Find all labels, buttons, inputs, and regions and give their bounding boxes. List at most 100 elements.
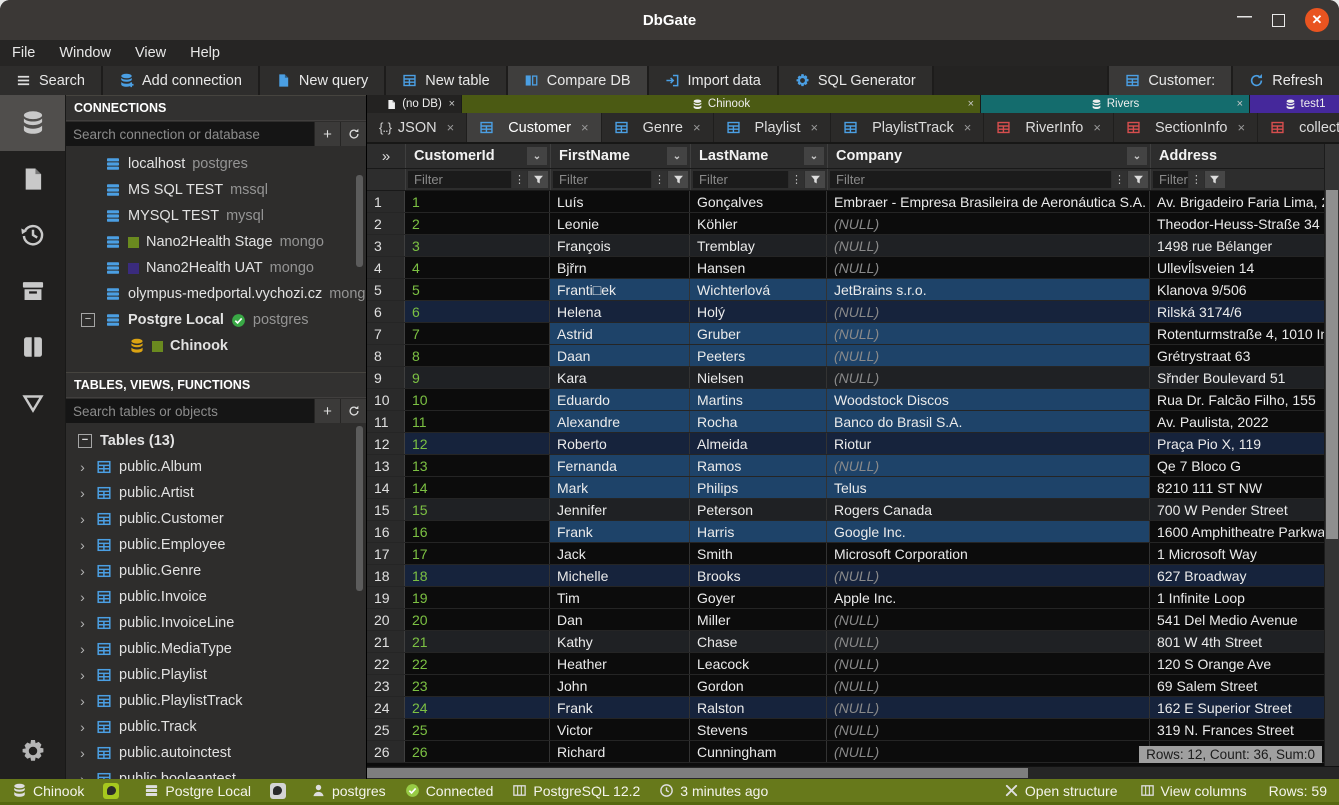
status-item[interactable] [103, 783, 125, 799]
rail-button[interactable] [0, 375, 65, 431]
table-tab[interactable]: Playlist × [714, 113, 832, 142]
cell-address[interactable]: Rua Dr. Falcăo Filho, 155 [1150, 389, 1339, 410]
cell-firstname[interactable]: Jennifer [550, 499, 690, 520]
connection-item[interactable]: − Chinook [66, 333, 366, 359]
table-tree-item[interactable]: › public.InvoiceLine [66, 610, 366, 636]
cell-firstname[interactable]: Victor [550, 719, 690, 740]
chevron-right-icon[interactable]: › [76, 589, 89, 605]
horizontal-scrollbar[interactable] [367, 766, 1339, 779]
filter-menu-button[interactable]: ⋮ [789, 171, 804, 188]
close-button[interactable]: ✕ [1305, 8, 1329, 32]
toolbar-button[interactable]: Refresh [1231, 66, 1339, 95]
toolbar-button[interactable]: Import data [649, 66, 779, 95]
cell-address[interactable]: 1600 Amphitheatre Parkway [1150, 521, 1339, 542]
cell-firstname[interactable]: Mark [550, 477, 690, 498]
cell-address[interactable]: 162 E Superior Street [1150, 697, 1339, 718]
table-tab[interactable]: collection × [1258, 113, 1339, 142]
cell-lastname[interactable]: Gruber [690, 323, 827, 344]
table-row[interactable]: 4 4 Bjřrn Hansen (NULL) Ullevĺlsveien 14 [367, 257, 1339, 279]
cell-customerid[interactable]: 6 [405, 301, 550, 322]
row-number[interactable]: 4 [367, 257, 405, 278]
rail-button[interactable] [0, 263, 65, 319]
rail-button[interactable] [0, 95, 65, 151]
connection-item[interactable]: − Nano2Health Stage mongo [66, 229, 366, 255]
table-tab[interactable]: Genre × [602, 113, 714, 142]
cell-customerid[interactable]: 25 [405, 719, 550, 740]
filter-icon-button[interactable] [668, 171, 688, 188]
table-tree-item[interactable]: › public.PlaylistTrack [66, 688, 366, 714]
cell-lastname[interactable]: Smith [690, 543, 827, 564]
table-row[interactable]: 20 20 Dan Miller (NULL) 541 Del Medio Av… [367, 609, 1339, 631]
cell-company[interactable]: (NULL) [827, 301, 1150, 322]
cell-company[interactable]: (NULL) [827, 257, 1150, 278]
cell-lastname[interactable]: Goyer [690, 587, 827, 608]
cell-lastname[interactable]: Gordon [690, 675, 827, 696]
cell-lastname[interactable]: Rocha [690, 411, 827, 432]
filter-input[interactable]: Filter [1153, 171, 1188, 188]
cell-firstname[interactable]: Bjřrn [550, 257, 690, 278]
close-icon[interactable]: × [693, 120, 701, 135]
chevron-right-icon[interactable]: › [76, 511, 89, 527]
cell-firstname[interactable]: François [550, 235, 690, 256]
close-icon[interactable]: × [810, 120, 818, 135]
chevron-right-icon[interactable]: › [76, 745, 89, 761]
vertical-scrollbar-thumb[interactable] [1326, 190, 1338, 539]
cell-customerid[interactable]: 15 [405, 499, 550, 520]
menu-item[interactable]: Window [59, 45, 111, 61]
cell-customerid[interactable]: 14 [405, 477, 550, 498]
add-connection-icon-button[interactable]: + [314, 122, 340, 146]
menu-item[interactable]: File [12, 45, 35, 61]
tables-group[interactable]: − Tables (13) [66, 428, 366, 454]
table-tree-item[interactable]: › public.MediaType [66, 636, 366, 662]
cell-company[interactable]: (NULL) [827, 675, 1150, 696]
toolbar-button[interactable]: New table [386, 66, 507, 95]
table-tree-item[interactable]: › public.Track [66, 714, 366, 740]
connection-item[interactable]: − localhost postgres [66, 151, 366, 177]
cell-customerid[interactable]: 2 [405, 213, 550, 234]
row-number[interactable]: 5 [367, 279, 405, 300]
row-number[interactable]: 19 [367, 587, 405, 608]
connection-item[interactable]: − MS SQL TEST mssql [66, 177, 366, 203]
row-number[interactable]: 15 [367, 499, 405, 520]
cell-firstname[interactable]: Franti□ek [550, 279, 690, 300]
cell-address[interactable]: Ullevĺlsveien 14 [1150, 257, 1339, 278]
connection-item[interactable]: − olympus-medportal.vychozi.cz mongo [66, 281, 366, 307]
table-tree-item[interactable]: › public.Customer [66, 506, 366, 532]
cell-company[interactable]: (NULL) [827, 653, 1150, 674]
table-tree-item[interactable]: › public.Playlist [66, 662, 366, 688]
cell-lastname[interactable]: Chase [690, 631, 827, 652]
cell-customerid[interactable]: 26 [405, 741, 550, 762]
cell-company[interactable]: Embraer - Empresa Brasileira de Aeronáut… [827, 191, 1150, 212]
cell-address[interactable]: Rilská 3174/6 [1150, 301, 1339, 322]
table-row[interactable]: 1 1 Luís Gonçalves Embraer - Empresa Bra… [367, 191, 1339, 213]
row-number[interactable]: 1 [367, 191, 405, 212]
database-tab[interactable]: (no DB) × [367, 95, 462, 113]
close-icon[interactable]: × [581, 120, 589, 135]
cell-company[interactable]: (NULL) [827, 697, 1150, 718]
table-row[interactable]: 11 11 Alexandre Rocha Banco do Brasil S.… [367, 411, 1339, 433]
cell-lastname[interactable]: Nielsen [690, 367, 827, 388]
cell-lastname[interactable]: Cunningham [690, 741, 827, 762]
minimize-button[interactable]: — [1237, 12, 1252, 22]
table-tab[interactable]: {..} JSON × [367, 113, 467, 142]
table-tree-item[interactable]: › public.Artist [66, 480, 366, 506]
status-item[interactable] [270, 783, 292, 799]
toolbar-button[interactable]: Search [0, 66, 103, 95]
status-action[interactable]: Open structure [1004, 783, 1118, 799]
cell-lastname[interactable]: Ralston [690, 697, 827, 718]
toolbar-button[interactable]: Compare DB [508, 66, 649, 95]
cell-customerid[interactable]: 22 [405, 653, 550, 674]
chevron-right-icon[interactable]: › [76, 563, 89, 579]
cell-lastname[interactable]: Hansen [690, 257, 827, 278]
database-tab[interactable]: Rivers × [981, 95, 1250, 113]
row-number[interactable]: 2 [367, 213, 405, 234]
rail-button[interactable] [0, 319, 65, 375]
cell-firstname[interactable]: Heather [550, 653, 690, 674]
chevron-right-icon[interactable]: › [76, 771, 89, 779]
filter-input[interactable]: Filter [553, 171, 651, 188]
table-tree-item[interactable]: › public.Invoice [66, 584, 366, 610]
row-number[interactable]: 23 [367, 675, 405, 696]
cell-lastname[interactable]: Miller [690, 609, 827, 630]
menu-item[interactable]: Help [190, 45, 220, 61]
cell-address[interactable]: 541 Del Medio Avenue [1150, 609, 1339, 630]
